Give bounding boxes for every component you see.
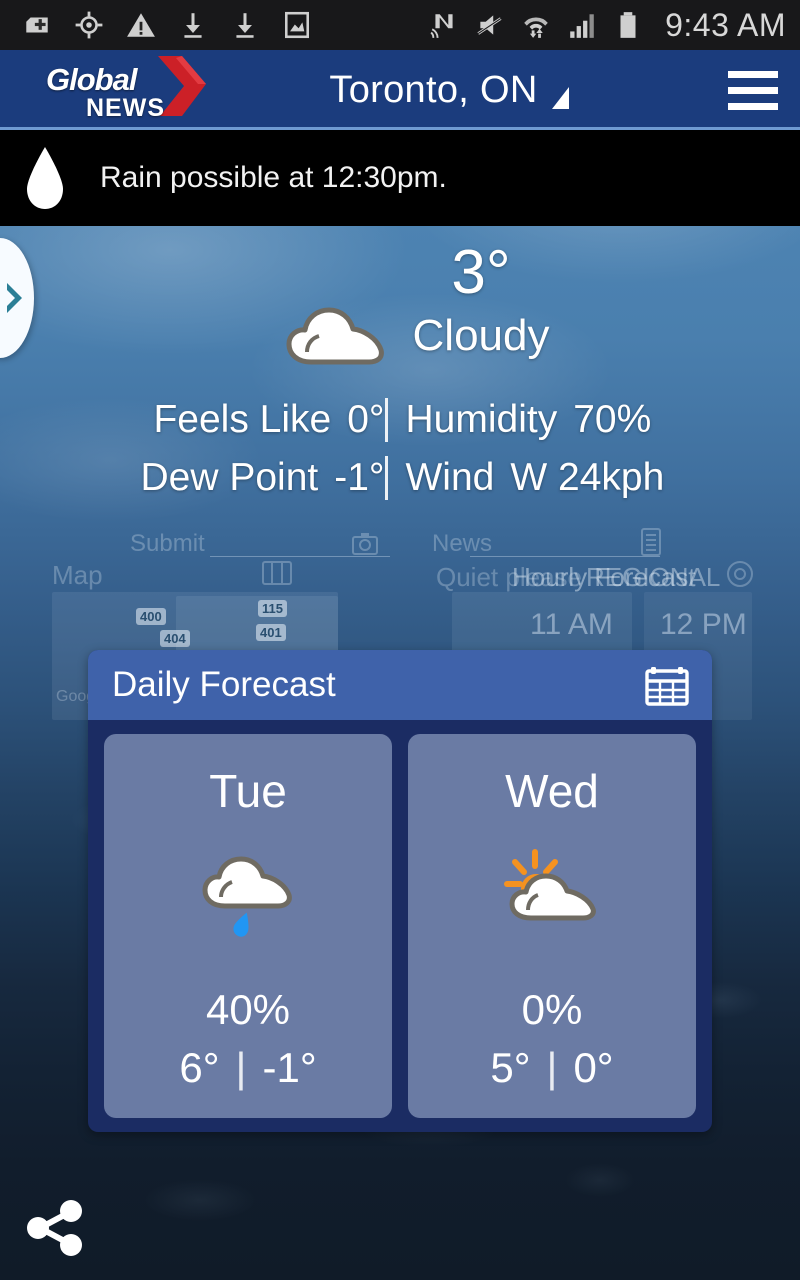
weather-alert-bar[interactable]: Rain possible at 12:30pm. [0, 130, 800, 226]
download-icon [236, 13, 254, 38]
status-bar-clock: 9:43 AM [665, 6, 786, 43]
forecast-day-label: Wed [505, 765, 599, 817]
app-header: Global NEWS Toronto, ON [0, 50, 800, 130]
stat-value: -1° [334, 456, 385, 499]
forecast-card-day-1[interactable]: Tue 40% 6° | -1° [104, 734, 392, 1118]
hamburger-icon [728, 102, 778, 110]
hamburger-menu-button[interactable] [720, 50, 786, 130]
stat-humidity: Humidity 70% [388, 398, 678, 442]
sd-card-add-icon [26, 17, 48, 33]
current-temperature: 3° [451, 238, 511, 307]
current-conditions: 3° Cloudy Feels Like 0° Humidity 70% Dew… [0, 240, 800, 500]
stat-dew-point: Dew Point -1° [123, 456, 385, 500]
gps-location-icon [75, 11, 103, 39]
battery-icon [620, 12, 636, 38]
forecast-temps: 6° | -1° [179, 1044, 316, 1092]
daily-forecast-panel: Daily Forecast Tue 40% 6° | -1° Wed 0% 5… [88, 650, 712, 1132]
calendar-icon [645, 667, 689, 706]
stat-divider [384, 456, 388, 500]
forecast-temps: 5° | 0° [490, 1044, 613, 1092]
cloudy-icon [286, 307, 384, 365]
global-news-logo[interactable]: Global NEWS [28, 50, 218, 130]
forecast-temp-separator: | [546, 1044, 558, 1091]
partly-sunny-icon [504, 849, 596, 921]
screenshot-image-icon [285, 11, 309, 39]
stat-divider [384, 398, 388, 442]
hourly-time: 11 AM [530, 608, 613, 641]
stats-row-2: Dew Point -1° Wind W 24kph [0, 456, 800, 500]
volume-muted-icon [477, 15, 502, 35]
forecast-low: 0° [573, 1044, 614, 1091]
weather-app-screen: Submit News Map Quiet please Hourly Fore… [0, 0, 800, 1280]
nfc-icon [430, 14, 453, 38]
stat-feels-like: Feels Like 0° [123, 398, 385, 442]
stat-wind: Wind W 24kph [388, 456, 678, 500]
forecast-card-day-2[interactable]: Wed 0% 5° | 0° [408, 734, 696, 1118]
location-label: Toronto, ON [329, 68, 538, 111]
chevron-down-icon [551, 87, 569, 109]
logo-text-secondary: NEWS [86, 94, 165, 122]
stats-row-1: Feels Like 0° Humidity 70% [0, 398, 800, 442]
warning-triangle-icon [127, 13, 155, 37]
road-shield: 401 [256, 624, 286, 641]
weather-alert-text: Rain possible at 12:30pm. [100, 161, 447, 194]
forecast-icon-wrap [493, 844, 611, 940]
cloudy-rain-icon [202, 856, 292, 937]
logo-text-primary: Global [46, 62, 137, 97]
forecast-precip-chance: 40% [205, 986, 291, 1033]
stat-label: Wind [405, 456, 495, 499]
road-shield: 404 [160, 630, 190, 647]
forecast-high: 6° [179, 1044, 220, 1091]
road-shield: 115 [258, 600, 287, 617]
cellular-signal-icon [570, 14, 594, 38]
forecast-precip-chance: 0% [521, 986, 583, 1033]
raindrop-icon [27, 147, 63, 209]
daily-forecast-cards: Tue 40% 6° | -1° Wed 0% 5° | 0° [88, 720, 712, 1118]
wifi-data-icon [524, 17, 548, 38]
forecast-high: 5° [490, 1044, 531, 1091]
share-button[interactable] [18, 1192, 90, 1264]
current-condition: Cloudy [412, 311, 550, 361]
location-selector[interactable]: Toronto, ON [178, 69, 720, 112]
road-shield: 400 [136, 608, 166, 625]
status-bar: 9:43 AM [0, 0, 800, 50]
stat-value: 70% [573, 398, 652, 441]
hamburger-icon [728, 86, 778, 94]
hamburger-icon [728, 70, 778, 78]
stat-label: Dew Point [140, 456, 319, 499]
daily-forecast-title: Daily Forecast [112, 665, 336, 704]
forecast-low: -1° [262, 1044, 317, 1091]
download-icon [184, 13, 202, 38]
forecast-temp-separator: | [235, 1044, 247, 1091]
stat-label: Feels Like [153, 398, 332, 441]
forecast-day-label: Tue [209, 765, 287, 817]
stat-value: W 24kph [510, 456, 665, 499]
forecast-icon-wrap [193, 844, 303, 940]
share-icon [27, 1200, 82, 1256]
current-stats: Feels Like 0° Humidity 70% Dew Point -1°… [0, 398, 800, 500]
stat-value: 0° [347, 398, 385, 441]
daily-forecast-header[interactable]: Daily Forecast [88, 650, 712, 720]
hourly-time: 12 PM [660, 608, 747, 641]
stat-label: Humidity [405, 398, 558, 441]
